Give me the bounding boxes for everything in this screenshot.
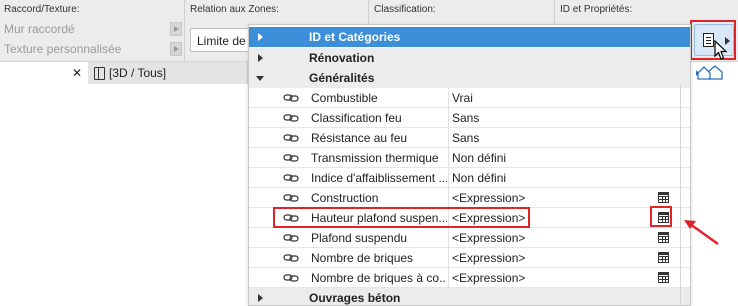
property-name: Nombre de briques: [311, 250, 414, 265]
raccord-texture-header: Raccord/Texture:: [4, 4, 80, 15]
divider: [448, 268, 449, 288]
mouse-cursor-icon: [714, 40, 728, 60]
property-name: Indice d'affaiblissement ...: [311, 170, 447, 185]
property-row[interactable]: Indice d'affaiblissement ... Non défini: [249, 168, 690, 188]
category-label: Ouvrages béton: [309, 291, 401, 305]
divider: [448, 168, 449, 188]
link-icon: [283, 254, 299, 262]
highlight-frame-calculator: [650, 206, 672, 227]
property-row[interactable]: Combustible Vrai: [249, 88, 690, 108]
property-value[interactable]: Sans: [452, 111, 479, 125]
view-tab-3d[interactable]: [3D / Tous]: [88, 62, 248, 84]
divider: [448, 108, 449, 128]
divider: [448, 88, 449, 108]
property-name: Combustible: [311, 90, 378, 105]
calculator-icon[interactable]: [658, 232, 669, 243]
property-row[interactable]: Nombre de briques à co... <Expression>: [249, 268, 690, 288]
id-properties-header: ID et Propriétés:: [560, 4, 633, 15]
mur-raccorde-label: Mur raccordé: [4, 22, 75, 36]
divider: [448, 148, 449, 168]
property-row[interactable]: Construction <Expression>: [249, 188, 690, 208]
property-row[interactable]: Résistance au feu Sans: [249, 128, 690, 148]
highlight-frame-row: [273, 207, 530, 228]
expand-caret-icon[interactable]: [258, 294, 263, 302]
category-id-categories[interactable]: ID et Catégories: [249, 27, 690, 47]
property-row[interactable]: Plafond suspendu <Expression>: [249, 228, 690, 248]
category-label: Généralités: [309, 71, 375, 85]
category-generalites[interactable]: Généralités: [249, 68, 690, 88]
category-renovation[interactable]: Rénovation: [249, 48, 690, 68]
category-ouvrages-beton[interactable]: Ouvrages béton: [249, 288, 690, 305]
expand-caret-icon[interactable]: [258, 33, 263, 41]
property-value[interactable]: <Expression>: [452, 271, 525, 285]
link-icon: [283, 94, 299, 102]
texture-personnalisee-row[interactable]: Texture personnalisée: [4, 40, 182, 58]
zone-relation-field[interactable]: Limite de: [190, 28, 254, 52]
link-icon: [283, 134, 299, 142]
texture-personnalisee-label: Texture personnalisée: [4, 42, 122, 56]
property-name: Transmission thermique: [311, 150, 439, 165]
classification-header: Classification:: [374, 4, 436, 15]
property-row[interactable]: Transmission thermique Non défini: [249, 148, 690, 168]
link-icon: [283, 174, 299, 182]
property-value[interactable]: Sans: [452, 131, 479, 145]
close-tab-icon[interactable]: ✕: [72, 66, 82, 80]
property-value[interactable]: Non défini: [452, 171, 506, 185]
property-name: Plafond suspendu: [311, 230, 408, 245]
divider: [448, 188, 449, 208]
link-icon: [283, 154, 299, 162]
property-value[interactable]: Vrai: [452, 91, 473, 105]
collapse-caret-icon[interactable]: [256, 76, 264, 81]
link-icon: [283, 194, 299, 202]
property-value[interactable]: <Expression>: [452, 231, 525, 245]
relation-zones-header: Relation aux Zones:: [190, 4, 279, 15]
properties-dropdown-panel: ID et Catégories Rénovation Généralités …: [248, 24, 691, 306]
calculator-icon[interactable]: [658, 252, 669, 263]
property-name: Résistance au feu: [311, 130, 408, 145]
divider: [448, 248, 449, 268]
calculator-icon[interactable]: [658, 192, 669, 203]
expand-caret-icon[interactable]: [258, 54, 263, 62]
category-label: ID et Catégories: [309, 30, 401, 44]
mur-raccorde-arrow-icon[interactable]: [170, 22, 182, 36]
property-name: Classification feu: [311, 110, 402, 125]
red-arrow-icon: [684, 220, 719, 246]
mur-raccorde-row[interactable]: Mur raccordé: [4, 20, 182, 38]
texture-personnalisee-arrow-icon[interactable]: [170, 42, 182, 56]
house-view-icon[interactable]: [696, 64, 726, 80]
property-value[interactable]: <Expression>: [452, 191, 525, 205]
property-value[interactable]: <Expression>: [452, 251, 525, 265]
view-tab-label: [3D / Tous]: [109, 66, 167, 80]
category-label: Rénovation: [309, 51, 375, 65]
property-row[interactable]: Classification feu Sans: [249, 108, 690, 128]
link-icon: [283, 274, 299, 282]
cube-view-icon: [94, 66, 105, 80]
divider: [184, 0, 185, 62]
link-icon: [283, 234, 299, 242]
link-icon: [283, 114, 299, 122]
divider: [680, 84, 681, 306]
divider: [448, 128, 449, 148]
highlight-frame-button: [690, 20, 736, 60]
property-name: Construction: [311, 190, 379, 205]
calculator-icon[interactable]: [658, 272, 669, 283]
property-name: Nombre de briques à co...: [311, 270, 447, 285]
property-row[interactable]: Nombre de briques <Expression>: [249, 248, 690, 268]
divider: [448, 228, 449, 248]
property-value[interactable]: Non défini: [452, 151, 506, 165]
